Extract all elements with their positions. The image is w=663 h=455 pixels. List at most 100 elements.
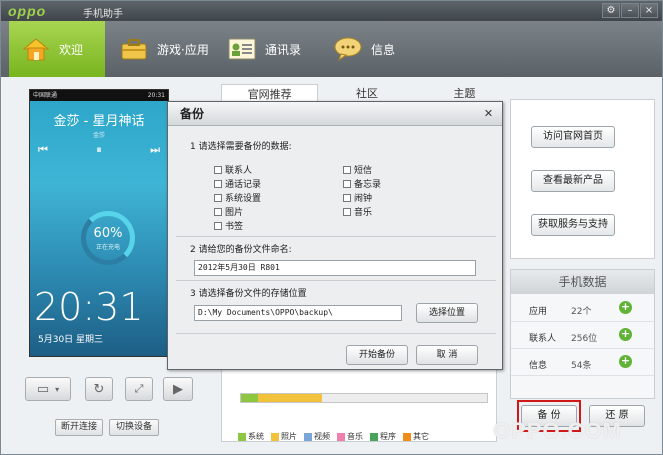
refresh-icon: ↻: [93, 381, 105, 397]
app-title: 手机助手: [83, 9, 123, 20]
close-icon[interactable]: ✕: [482, 108, 495, 121]
legend-item-music: 音乐: [337, 431, 363, 442]
switch-device-button[interactable]: 切换设备: [109, 419, 159, 436]
screenshot-dropdown-button[interactable]: ▭ ▾: [25, 377, 71, 401]
checkbox-label: 系统设置: [225, 194, 262, 204]
checkbox-box: [343, 207, 351, 216]
settings-icon[interactable]: ⚙: [602, 3, 620, 18]
plus-icon[interactable]: +: [619, 355, 632, 368]
step1-label: 1 请选择需要备份的数据:: [190, 142, 292, 152]
legend-label: 照片: [281, 432, 297, 441]
row-label: 信息: [529, 361, 548, 371]
row-value: 22个: [571, 307, 592, 317]
checkbox-box: [214, 179, 222, 188]
plus-icon[interactable]: +: [619, 328, 632, 341]
row-value: 256位: [571, 334, 598, 344]
title-bar: oppo 手机助手 ⚙ – ×: [1, 1, 662, 21]
legend-item-photos: 照片: [271, 431, 297, 442]
battery-ring: 60% 正在充电: [81, 211, 135, 265]
checkbox-sms[interactable]: 短信: [343, 163, 372, 176]
app-window: oppo 手机助手 ⚙ – × 欢迎 游戏·应用 通讯录 信息 中国联通 20:…: [0, 0, 663, 455]
refresh-button[interactable]: ↻: [85, 377, 113, 401]
phone-data-row-apps: 应用 22个 +: [511, 296, 654, 322]
phone-data-row-messages: 信息 54条 +: [511, 350, 654, 376]
fullscreen-icon: ⤢: [134, 382, 144, 395]
legend-swatch: [271, 432, 279, 441]
row-label: 应用: [529, 307, 548, 317]
checkbox-call-log[interactable]: 通话记录: [214, 177, 261, 190]
plus-icon[interactable]: +: [619, 301, 632, 314]
chat-bubble-icon: [333, 36, 363, 62]
checkbox-contacts[interactable]: 联系人: [214, 163, 252, 176]
player-controls: ⏮ ⏸ ⏭: [30, 143, 168, 157]
step3-label: 3 请选择备份文件的存储位置: [190, 289, 307, 299]
view-new-products-button[interactable]: 查看最新产品: [531, 170, 615, 192]
legend-swatch: [337, 432, 345, 441]
legend-swatch: [238, 432, 246, 441]
step2-label: 2 请给您的备份文件命名:: [190, 245, 292, 255]
checkbox-bookmarks[interactable]: 书签: [214, 219, 243, 232]
checkbox-label: 闹钟: [354, 194, 373, 204]
start-backup-button[interactable]: 开始备份: [346, 345, 408, 365]
legend-swatch: [403, 432, 411, 441]
backup-dialog: 备份 ✕ 1 请选择需要备份的数据: 联系人 通话记录 系统设置 图片 书签 短…: [167, 101, 503, 370]
checkbox-label: 通话记录: [225, 180, 262, 190]
storage-segment: [241, 394, 259, 402]
artist-name: 金莎: [92, 132, 105, 139]
oppo-logo: oppo: [8, 3, 47, 19]
legend-item-other: 其它: [403, 431, 429, 442]
disconnect-button[interactable]: 断开连接: [55, 419, 103, 436]
checkbox-label: 音乐: [354, 208, 373, 218]
contact-card-icon: [227, 36, 257, 62]
legend-label: 系统: [248, 432, 264, 441]
checkbox-label: 联系人: [225, 166, 253, 176]
play-button[interactable]: ▶: [163, 377, 193, 401]
clock: 20:31: [34, 285, 144, 329]
legend-label: 视频: [314, 432, 330, 441]
checkbox-memos[interactable]: 备忘录: [343, 177, 381, 190]
checkbox-box: [214, 193, 222, 202]
next-track-icon: ⏭: [150, 143, 160, 156]
backup-path-field[interactable]: D:\My Documents\OPPO\backup\: [194, 305, 402, 321]
get-support-button[interactable]: 获取服务与支持: [531, 214, 615, 236]
backup-name-field[interactable]: 2012年5月30日 R801: [194, 260, 476, 276]
nav-label-messages: 信息: [371, 42, 396, 57]
carrier-label: 中国联通: [33, 92, 58, 99]
storage-legend: 系统 照片 视频 音乐 程序 其它: [238, 431, 429, 442]
main-nav: 欢迎 游戏·应用 通讯录 信息: [1, 21, 662, 77]
quick-links-panel: 访问官网首页 查看最新产品 获取服务与支持: [510, 99, 655, 259]
nav-label-welcome: 欢迎: [59, 42, 84, 57]
legend-item-programs: 程序: [370, 431, 396, 442]
close-icon[interactable]: ×: [640, 3, 658, 18]
nav-item-welcome[interactable]: 欢迎: [9, 21, 105, 77]
checkbox-box: [214, 221, 222, 230]
checkbox-alarms[interactable]: 闹钟: [343, 191, 372, 204]
dialog-divider: [176, 236, 496, 237]
nav-item-games-apps[interactable]: 游戏·应用: [119, 21, 219, 77]
nav-item-contacts[interactable]: 通讯录: [227, 21, 317, 77]
checkbox-box: [343, 193, 351, 202]
phone-screen-preview: 中国联通 20:31 金莎 - 星月神话 金莎 ⏮ ⏸ ⏭ 60% 正在充电 2…: [29, 89, 169, 357]
checkbox-system-settings[interactable]: 系统设置: [214, 191, 261, 204]
dialog-divider: [176, 280, 496, 281]
dialog-title: 备份: [168, 102, 502, 126]
minimize-icon[interactable]: –: [621, 3, 639, 18]
legend-label: 程序: [380, 432, 396, 441]
checkbox-label: 备忘录: [354, 180, 382, 190]
monitor-icon: ▭: [36, 381, 50, 397]
battery-percent: 60%: [93, 226, 123, 241]
cancel-button[interactable]: 取 消: [416, 345, 478, 365]
briefcase-icon: [119, 36, 149, 62]
checkbox-box: [214, 165, 222, 174]
legend-label: 其它: [413, 432, 429, 441]
chevron-down-icon: ▾: [55, 384, 60, 394]
pause-icon: ⏸: [96, 143, 102, 156]
nav-item-messages[interactable]: 信息: [333, 21, 413, 77]
checkbox-music[interactable]: 音乐: [343, 205, 372, 218]
visit-official-site-button[interactable]: 访问官网首页: [531, 126, 615, 148]
row-label: 联系人: [529, 334, 557, 344]
checkbox-pictures[interactable]: 图片: [214, 205, 243, 218]
choose-location-button[interactable]: 选择位置: [416, 303, 478, 323]
fullscreen-button[interactable]: ⤢: [125, 377, 153, 401]
home-icon: [21, 36, 51, 62]
